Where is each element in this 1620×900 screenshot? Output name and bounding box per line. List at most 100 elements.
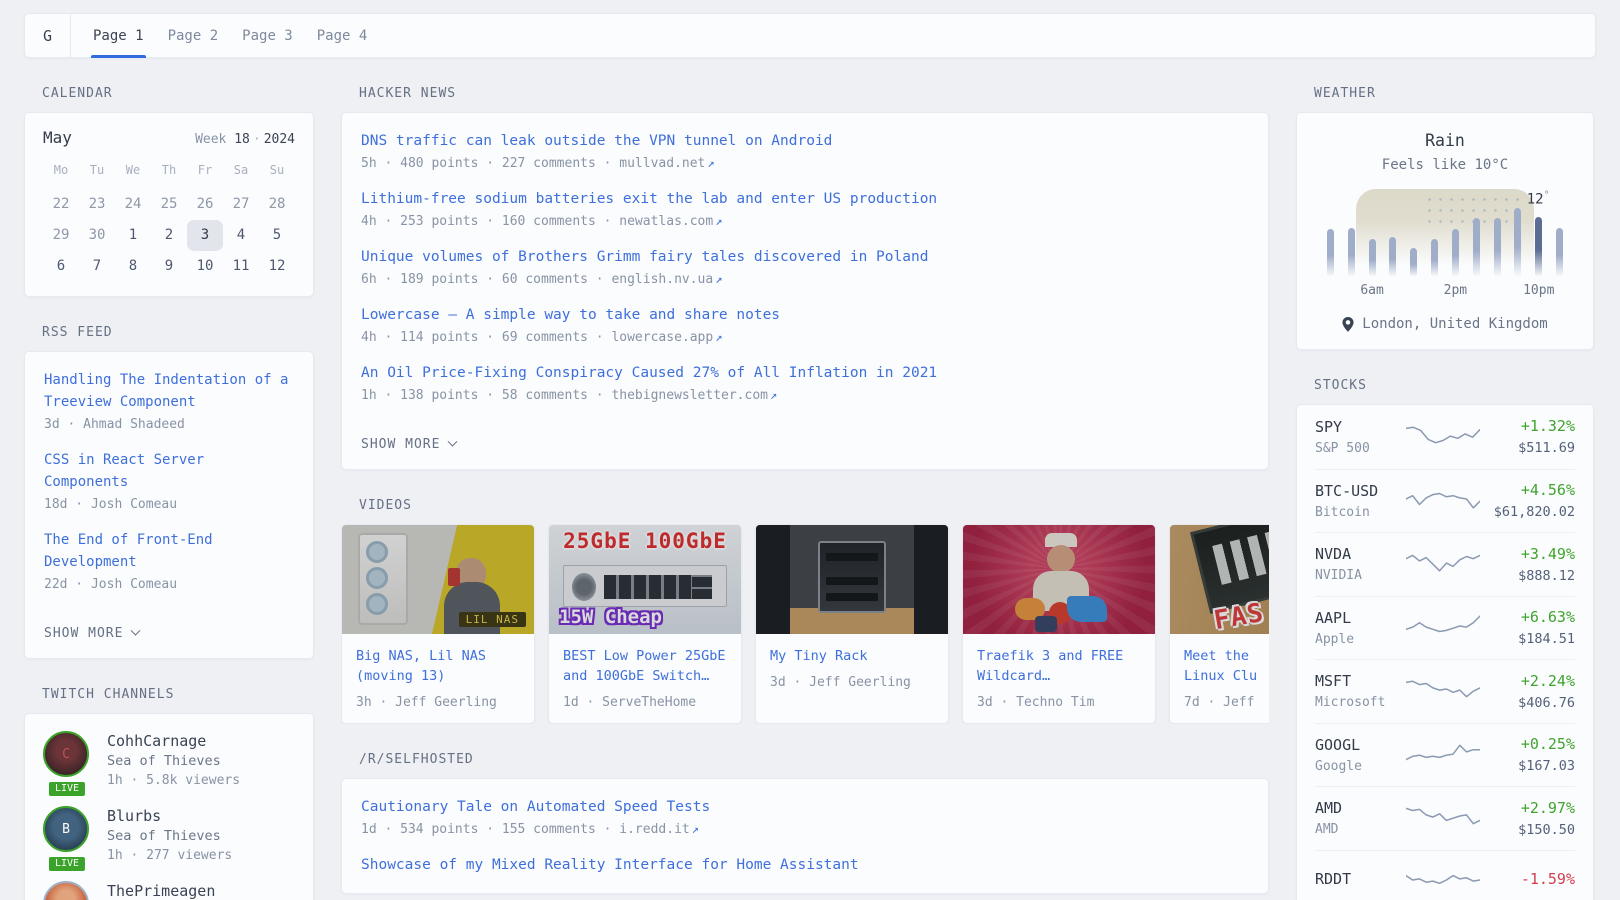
stock-row-spy[interactable]: SPYS&P 500+1.32%$511.69 — [1315, 405, 1575, 469]
rss-widget: RSS FEED Handling The Indentation of a T… — [24, 325, 314, 659]
reddit-section-label: /R/SELFHOSTED — [359, 752, 1269, 767]
rack-slat — [826, 553, 878, 561]
stock-sparkline — [1406, 674, 1484, 708]
weather-bar — [1556, 228, 1563, 277]
calendar-day: 26 — [187, 189, 223, 220]
video-title[interactable]: Traefik 3 and FREE Wildcard… — [977, 646, 1141, 686]
twitch-channel-row[interactable]: C LIVE CohhCarnage Sea of Thieves 1h · 5… — [43, 731, 295, 790]
video-title[interactable]: BEST Low Power 25GbE and 100GbE Switch… — [563, 646, 727, 686]
stock-price: $888.12 — [1484, 568, 1575, 584]
tab-page-3[interactable]: Page 3 — [230, 14, 305, 57]
hn-item-title[interactable]: Lowercase – A simple way to take and sha… — [361, 307, 780, 323]
icon-graphic — [1015, 598, 1045, 620]
tab-page-2[interactable]: Page 2 — [156, 14, 231, 57]
stock-values: +3.49%$888.12 — [1484, 545, 1575, 584]
stock-change: +6.63% — [1484, 608, 1575, 627]
calendar-day: 5 — [259, 220, 295, 251]
video-title[interactable]: Big NAS, Lil NAS (moving 13) — [356, 646, 520, 686]
video-card[interactable]: 25GbE 100GbE 15W Cheap BEST Low Power 25… — [548, 524, 742, 724]
stock-values: +4.56%$61,820.02 — [1484, 481, 1575, 520]
calendar-weekday-label: Fr — [187, 163, 223, 189]
video-body: My Tiny Rack 3d · Jeff Geerling — [756, 634, 948, 703]
weather-bar — [1431, 239, 1438, 277]
rss-item-title[interactable]: The End of Front-End Development — [44, 532, 213, 570]
weather-condition: Rain — [1315, 131, 1575, 150]
twitch-channel-name: CohhCarnage — [107, 731, 240, 751]
page-tabs: Page 1 Page 2 Page 3 Page 4 — [81, 14, 379, 57]
rss-item: CSS in React Server Components 18d · Jos… — [44, 449, 294, 512]
video-title[interactable]: Meet the Linux Clu — [1184, 646, 1269, 686]
video-card[interactable]: LIL NAS Big NAS, Lil NAS (moving 13) 3h … — [341, 524, 535, 724]
reddit-item-title[interactable]: Showcase of my Mixed Reality Interface f… — [361, 857, 859, 873]
tab-page-1[interactable]: Page 1 — [81, 14, 156, 57]
content-columns: CALENDAR May Week 18·2024 MoTuWeThFrSaSu… — [24, 86, 1596, 900]
video-card[interactable]: My Tiny Rack 3d · Jeff Geerling — [755, 524, 949, 724]
twitch-channel-game: Sea of Thieves — [107, 751, 240, 771]
rss-item-title[interactable]: Handling The Indentation of a Treeview C… — [44, 372, 288, 410]
stock-row-rddt[interactable]: RDDT-1.59% — [1315, 850, 1575, 900]
videos-row: LIL NAS Big NAS, Lil NAS (moving 13) 3h … — [341, 524, 1269, 724]
twitch-channel-meta: 1h · 5.8k viewers — [107, 771, 240, 790]
psu-graphic — [572, 573, 596, 601]
app-logo[interactable]: G — [25, 14, 71, 57]
rss-item: Handling The Indentation of a Treeview C… — [44, 369, 294, 432]
rack-graphic — [818, 541, 886, 613]
hn-item-title[interactable]: An Oil Price-Fixing Conspiracy Caused 27… — [361, 365, 937, 381]
stock-id: AMDAMD — [1315, 799, 1406, 837]
hn-show-more-button[interactable]: SHOW MORE — [361, 437, 456, 452]
twitch-channel-row[interactable]: B LIVE Blurbs Sea of Thieves 1h · 277 vi… — [43, 806, 295, 865]
twitch-channel-name: Blurbs — [107, 806, 232, 826]
weather-card: Rain Feels like 10°C 12° 6am2pm10pm Lond… — [1296, 112, 1594, 350]
stock-values: +6.63%$184.51 — [1484, 608, 1575, 647]
twitch-channel-row[interactable]: ThePrimeagen — [43, 881, 295, 900]
rss-item-meta: 3d · Ahmad Shadeed — [44, 417, 294, 432]
stock-change: -1.59% — [1484, 870, 1575, 889]
weather-bar — [1348, 228, 1355, 277]
tab-label: Page 4 — [317, 28, 368, 44]
weather-bar — [1369, 239, 1376, 277]
video-card[interactable]: Traefik 3 and FREE Wildcard… 3d · Techno… — [962, 524, 1156, 724]
stock-price: $406.76 — [1484, 695, 1575, 711]
hn-item: Lithium-free sodium batteries exit the l… — [361, 188, 1249, 229]
calendar-day: 8 — [115, 251, 151, 282]
external-link-icon: ↗ — [715, 214, 722, 228]
stock-id: SPYS&P 500 — [1315, 418, 1406, 456]
video-body: Traefik 3 and FREE Wildcard… 3d · Techno… — [963, 634, 1155, 723]
hn-item-title[interactable]: Unique volumes of Brothers Grimm fairy t… — [361, 249, 928, 265]
rss-item-title[interactable]: CSS in React Server Components — [44, 452, 204, 490]
stock-row-googl[interactable]: GOOGLGoogle+0.25%$167.03 — [1315, 723, 1575, 787]
stock-change: +1.32% — [1484, 417, 1575, 436]
rss-show-more-button[interactable]: SHOW MORE — [44, 626, 139, 641]
stock-row-msft[interactable]: MSFTMicrosoft+2.24%$406.76 — [1315, 659, 1575, 723]
stock-row-amd[interactable]: AMDAMD+2.97%$150.50 — [1315, 786, 1575, 850]
stock-sparkline — [1406, 865, 1484, 899]
calendar-day: 1 — [115, 220, 151, 251]
hn-item-meta: 5h · 480 points · 227 comments · mullvad… — [361, 156, 1249, 171]
stock-row-aapl[interactable]: AAPLApple+6.63%$184.51 — [1315, 596, 1575, 660]
stock-change: +2.97% — [1484, 799, 1575, 818]
twitch-channel-name: ThePrimeagen — [107, 881, 215, 900]
tab-page-4[interactable]: Page 4 — [305, 14, 380, 57]
left-column: CALENDAR May Week 18·2024 MoTuWeThFrSaSu… — [24, 86, 314, 900]
stock-row-btc-usd[interactable]: BTC-USDBitcoin+4.56%$61,820.02 — [1315, 469, 1575, 533]
reddit-item-title[interactable]: Cautionary Tale on Automated Speed Tests — [361, 799, 710, 815]
rss-item: The End of Front-End Development 22d · J… — [44, 529, 294, 592]
rss-item-meta: 22d · Josh Comeau — [44, 577, 294, 592]
videos-widget: VIDEOS LIL NAS — [341, 498, 1269, 724]
hn-item-meta: 4h · 253 points · 160 comments · newatla… — [361, 214, 1249, 229]
stock-sparkline — [1406, 484, 1484, 518]
weather-time-label: 2pm — [1433, 283, 1477, 298]
stock-symbol: AAPL — [1315, 609, 1406, 628]
video-card[interactable]: FAS Meet the Linux Clu 7d · Jeff — [1169, 524, 1269, 724]
hn-item-title[interactable]: DNS traffic can leak outside the VPN tun… — [361, 133, 832, 149]
calendar-header: May Week 18·2024 — [43, 128, 295, 147]
video-title[interactable]: My Tiny Rack — [770, 646, 934, 666]
thumb-badge-text: LIL NAS — [459, 612, 526, 627]
video-thumbnail: 25GbE 100GbE 15W Cheap — [549, 525, 741, 634]
stock-row-nvda[interactable]: NVDANVIDIA+3.49%$888.12 — [1315, 532, 1575, 596]
video-meta: 3d · Jeff Geerling — [770, 675, 934, 690]
person-graphic — [1033, 571, 1089, 611]
hn-item-title[interactable]: Lithium-free sodium batteries exit the l… — [361, 191, 937, 207]
calendar-weekday-label: We — [115, 163, 151, 189]
weather-bar — [1514, 208, 1521, 277]
